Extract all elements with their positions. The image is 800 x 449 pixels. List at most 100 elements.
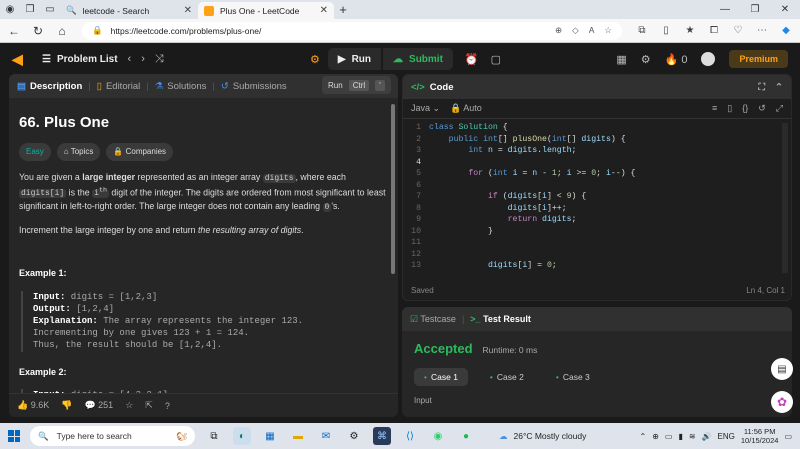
description-panel: ▤ Description | ▯ Editorial | ⚗ Solution… bbox=[9, 74, 398, 417]
case-tab-2[interactable]: • Case 2 bbox=[480, 368, 534, 386]
browser-essentials-icon[interactable]: ♡ bbox=[730, 25, 746, 36]
close-tab-icon[interactable]: ✕ bbox=[184, 5, 192, 16]
tray-app-icon[interactable]: ⊕ bbox=[652, 432, 659, 441]
leetcode-logo-icon[interactable]: ◀ bbox=[12, 51, 28, 67]
home-icon[interactable]: ⌂ bbox=[54, 24, 70, 38]
store-icon[interactable]: ▦ bbox=[261, 427, 279, 445]
scrollbar[interactable] bbox=[391, 104, 395, 274]
mail-icon[interactable]: ✉ bbox=[317, 427, 335, 445]
tab-testcase[interactable]: ☑ Testcase bbox=[410, 314, 456, 325]
streak-counter[interactable]: 🔥 0 bbox=[665, 53, 688, 66]
url-input[interactable]: 🔒 https://leetcode.com/problems/plus-one… bbox=[82, 21, 622, 40]
dislike-icon[interactable]: 👎 bbox=[61, 400, 72, 411]
companies-tag[interactable]: 🔒 Companies bbox=[106, 142, 174, 161]
extensions-icon[interactable]: ⧉ bbox=[634, 25, 650, 36]
taskbar-search-input[interactable]: 🔍 Type here to search 🐿 bbox=[30, 426, 195, 446]
copilot-icon[interactable]: ◆ bbox=[778, 25, 794, 36]
cloud-icon: ☁ bbox=[499, 430, 508, 441]
tab-solutions[interactable]: ⚗ Solutions bbox=[155, 81, 207, 92]
app-icon[interactable]: ⌘ bbox=[373, 427, 391, 445]
collections-icon[interactable]: ⧠ bbox=[706, 25, 722, 36]
auto-mode[interactable]: 🔒 Auto bbox=[450, 103, 482, 114]
shuffle-icon[interactable]: ⤨ bbox=[155, 53, 164, 66]
like-button[interactable]: 👍 9.6K bbox=[17, 400, 49, 411]
tab-description[interactable]: ▤ Description bbox=[17, 81, 82, 92]
expand-icon[interactable]: ⤢ bbox=[776, 103, 783, 114]
avatar[interactable] bbox=[701, 52, 716, 66]
chevron-up-icon[interactable]: ⌃ bbox=[640, 432, 647, 441]
star-icon[interactable]: ☆ bbox=[125, 400, 133, 411]
close-tab-icon[interactable]: ✕ bbox=[320, 5, 328, 16]
favorite-star-icon[interactable]: ☆ bbox=[604, 25, 612, 36]
edge-icon[interactable]: ◐ bbox=[233, 427, 251, 445]
topics-tag[interactable]: ⌂ Topics bbox=[56, 142, 101, 161]
share-icon[interactable]: ⇱ bbox=[145, 400, 153, 411]
run-button[interactable]: ▶ Run bbox=[327, 48, 382, 70]
split-screen-icon[interactable]: ▯ bbox=[658, 25, 674, 36]
submit-button[interactable]: ☁ Submit bbox=[383, 48, 453, 70]
tag-icon[interactable]: ◇ bbox=[572, 25, 579, 36]
notification-icon[interactable]: ▭ bbox=[784, 432, 792, 441]
file-explorer-icon[interactable]: ▬ bbox=[289, 427, 307, 445]
premium-button[interactable]: Premium bbox=[729, 50, 788, 68]
weather-widget[interactable]: ☁ 26°C Mostly cloudy bbox=[499, 431, 586, 442]
layout-icon[interactable]: ▦ bbox=[616, 53, 626, 66]
tab-submissions[interactable]: ↺ Submissions bbox=[221, 81, 287, 92]
battery-icon[interactable]: ▮ bbox=[678, 432, 682, 441]
extension-flower-icon[interactable]: ✿ bbox=[771, 391, 793, 413]
notes-icon[interactable]: ▢ bbox=[491, 53, 501, 66]
language-select[interactable]: Java ⌄ bbox=[411, 103, 440, 114]
browser-tab-search[interactable]: 🔍 leetcode - Search ✕ bbox=[60, 2, 198, 19]
terminal-icon: >_ bbox=[470, 314, 481, 324]
zoom-icon[interactable]: ⊕ bbox=[555, 25, 562, 36]
settings-gear-icon[interactable]: ⚙ bbox=[641, 53, 651, 66]
workspaces-icon[interactable]: ❐ bbox=[20, 0, 40, 19]
tab-editorial[interactable]: ▯ Editorial bbox=[97, 81, 141, 92]
next-problem-icon[interactable]: › bbox=[141, 53, 145, 65]
case-tab-1[interactable]: • Case 1 bbox=[414, 368, 468, 386]
tab-test-result[interactable]: >_ Test Result bbox=[470, 314, 531, 324]
task-view-icon[interactable]: ⧉ bbox=[205, 427, 223, 445]
wifi-icon[interactable]: ≋ bbox=[689, 432, 696, 441]
vscode-icon[interactable]: ⟨⟩ bbox=[401, 427, 419, 445]
volume-icon[interactable]: 🔊 bbox=[702, 432, 712, 441]
windows-start-icon[interactable] bbox=[8, 430, 20, 442]
network-icon[interactable]: ▭ bbox=[665, 432, 673, 441]
prev-problem-icon[interactable]: ‹ bbox=[128, 53, 132, 65]
reader-icon[interactable]: ▤ bbox=[771, 358, 793, 380]
back-icon[interactable]: ← bbox=[6, 24, 22, 38]
close-window-icon[interactable]: ✕ bbox=[770, 4, 800, 15]
tab-actions-icon[interactable]: ▭ bbox=[40, 0, 60, 19]
comments-button[interactable]: 💬 251 bbox=[84, 400, 113, 411]
maximize-icon[interactable]: ❐ bbox=[740, 4, 770, 15]
help-icon[interactable]: ? bbox=[165, 401, 170, 411]
spotify-icon[interactable]: ● bbox=[457, 427, 475, 445]
minimize-icon[interactable]: — bbox=[710, 4, 740, 15]
favorites-icon[interactable]: ★ bbox=[682, 25, 698, 36]
refresh-icon[interactable]: ↻ bbox=[30, 24, 46, 38]
alarm-icon[interactable]: ⏰ bbox=[465, 53, 479, 66]
collapse-icon[interactable]: ⌃ bbox=[775, 82, 783, 93]
bookmark-icon[interactable]: ▯ bbox=[727, 103, 732, 114]
settings-icon[interactable]: ⚙ bbox=[345, 427, 363, 445]
clock[interactable]: 11:56 PM 10/15/2024 bbox=[741, 427, 779, 446]
language-indicator[interactable]: ENG bbox=[718, 432, 735, 441]
more-icon[interactable]: ⋯ bbox=[754, 25, 770, 36]
maximize-panel-icon[interactable]: ⛶ bbox=[758, 82, 765, 93]
value: Incrementing by one gives 123 + 1 = 124. bbox=[33, 328, 250, 339]
case-tab-3[interactable]: • Case 3 bbox=[546, 368, 600, 386]
browser-tab-active[interactable]: Plus One - LeetCode ✕ bbox=[198, 2, 334, 19]
format-icon[interactable]: ≡ bbox=[712, 103, 717, 114]
debug-icon[interactable]: ⚙ bbox=[310, 53, 320, 66]
new-tab-icon[interactable]: + bbox=[334, 2, 352, 17]
read-aloud-icon[interactable]: A bbox=[589, 25, 595, 36]
problem-list-button[interactable]: ☰ Problem List bbox=[42, 54, 118, 65]
reset-icon[interactable]: ↺ bbox=[758, 103, 766, 114]
whatsapp-icon[interactable]: ◉ bbox=[429, 427, 447, 445]
kbd-key: Ctrl bbox=[348, 79, 370, 91]
braces-icon[interactable]: {} bbox=[742, 103, 748, 114]
profile-icon[interactable]: ◉ bbox=[0, 0, 20, 19]
editor-scrollbar[interactable] bbox=[782, 123, 788, 273]
difficulty-badge[interactable]: Easy bbox=[19, 142, 51, 161]
code-editor[interactable]: 1 class Solution { 2 public int[] plusOne… bbox=[403, 119, 791, 274]
